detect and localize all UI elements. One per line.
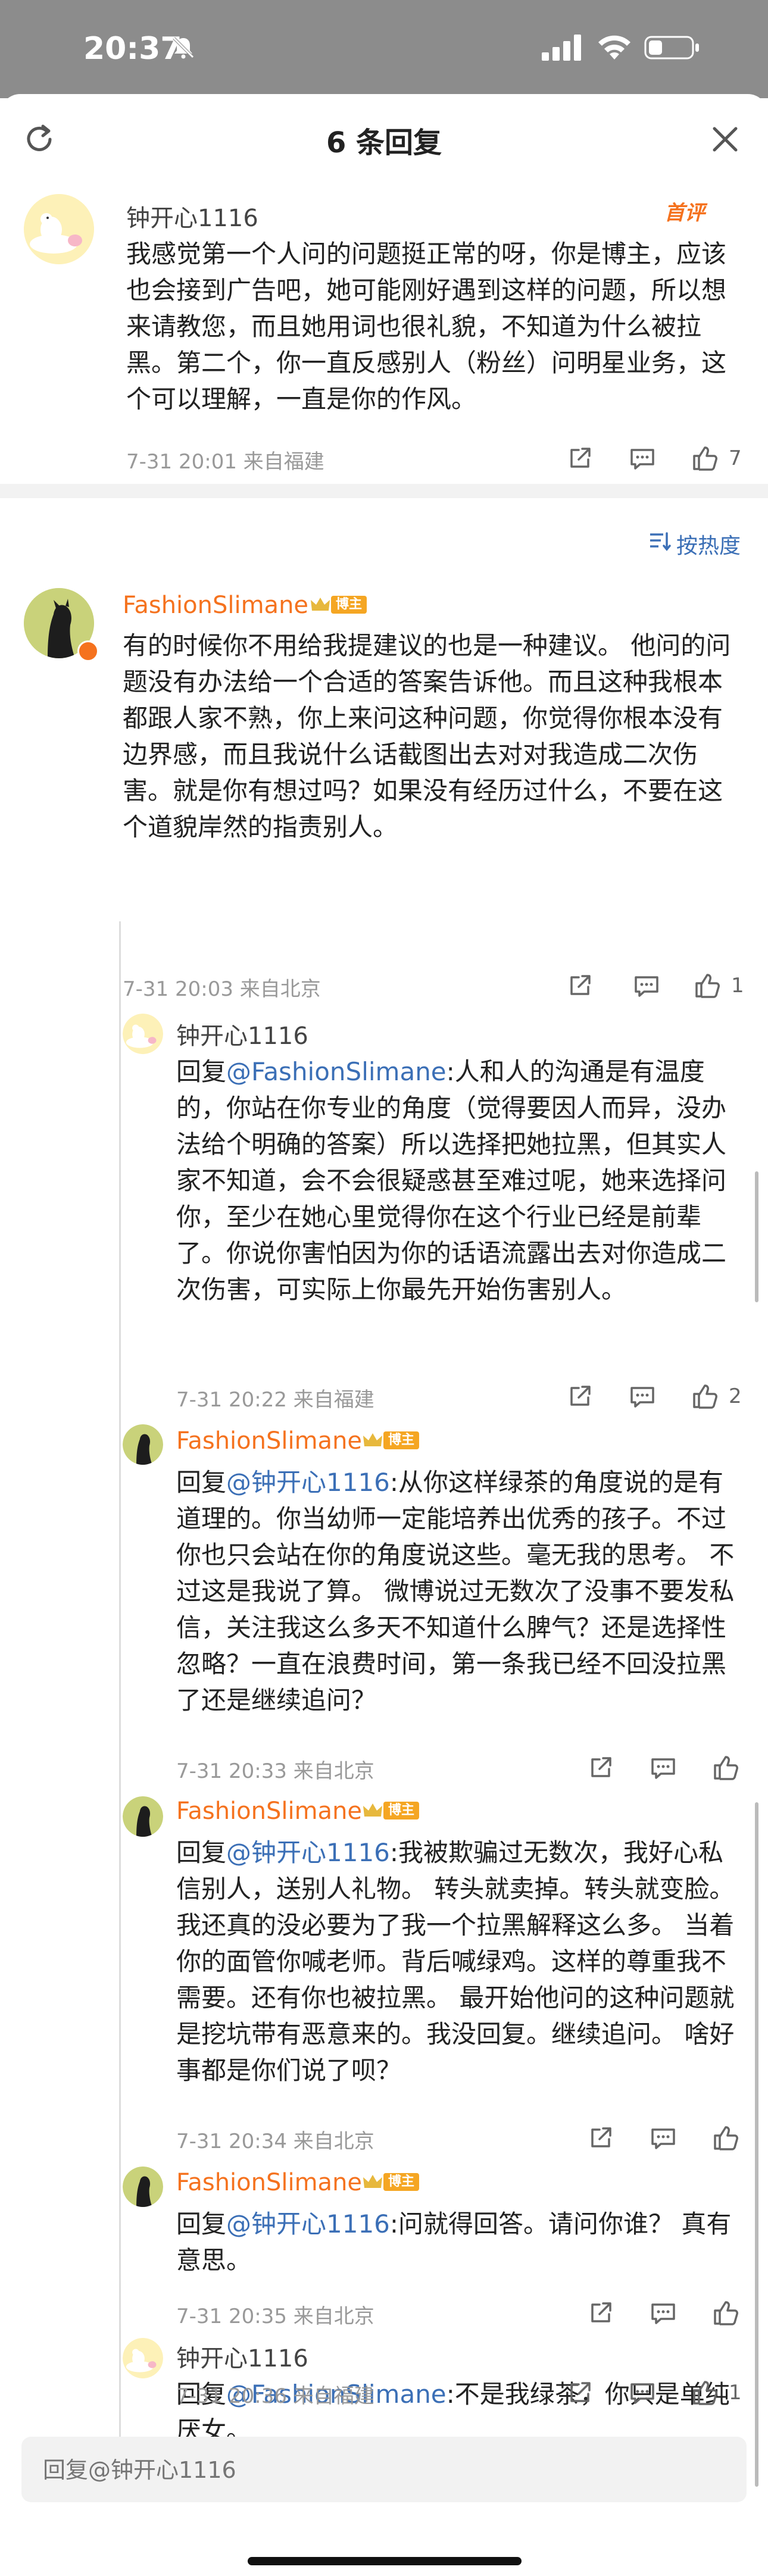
blogger-tag: 博主 [331, 596, 367, 614]
thread-line [119, 921, 121, 2493]
status-bar: 20:37 [0, 0, 768, 98]
crown-icon [363, 2175, 382, 2188]
cellular-signal-icon [542, 35, 581, 61]
crown-icon [363, 1803, 382, 1817]
reply-prefix: 回复 [176, 1057, 227, 1086]
comment-icon[interactable] [649, 2124, 678, 2152]
blogger-tag: 博主 [383, 1431, 420, 1449]
comment-meta: 7-31 20:03 来自北京 [123, 977, 321, 1001]
like-count: 7 [729, 446, 742, 470]
avatar[interactable] [123, 1424, 163, 1465]
reply-text: 回复@钟开心1116:我被欺骗过无数次，我好心私信别人，送别人礼物。 转头就卖掉… [176, 1834, 739, 2089]
sheet-header: 6 条回复 [0, 94, 768, 183]
avatar[interactable] [123, 1796, 163, 1837]
sort-label: 按热度 [676, 534, 741, 558]
avatar[interactable] [123, 1014, 163, 1054]
share-icon[interactable] [566, 2378, 594, 2407]
like-icon[interactable] [691, 444, 719, 473]
blogger-badge: 博主 [362, 1430, 427, 1451]
home-indicator[interactable] [248, 2557, 522, 2565]
verified-icon [77, 640, 99, 662]
sort-icon [650, 532, 671, 551]
scrollbar[interactable] [755, 1171, 758, 1302]
status-time: 20:37 [83, 31, 182, 67]
reply-author[interactable]: 钟开心1116 [176, 2339, 308, 2374]
like-icon[interactable] [711, 1753, 740, 1782]
like-icon[interactable] [693, 971, 722, 1000]
comment-author[interactable]: FashionSlimane [123, 592, 308, 619]
comment-text: 有的时候你不用给我提建议的也是一种建议。 他问的问题没有办法给一个合适的答案告诉… [123, 631, 731, 842]
first-comment-badge: 首评 [664, 201, 705, 225]
blogger-tag: 博主 [383, 2173, 420, 2191]
share-icon[interactable] [566, 444, 594, 473]
share-icon[interactable] [586, 2299, 615, 2327]
reply-text: 回复@FashionSlimane:人和人的沟通是有温度的，你站在你专业的角度（… [176, 1053, 739, 1308]
reply-meta: 7-31 20:22 来自福建 [176, 1388, 374, 1412]
avatar[interactable] [123, 2338, 163, 2378]
reply-meta: 7-31 20:35 来自北京 [176, 2305, 374, 2328]
like-icon[interactable] [691, 2378, 719, 2407]
reply-author[interactable]: 钟开心1116 [176, 1017, 308, 1051]
share-icon[interactable] [586, 1753, 615, 1782]
comment-icon[interactable] [628, 2378, 657, 2407]
reply-input[interactable] [42, 2437, 729, 2503]
page-title: 6 条回复 [326, 126, 442, 160]
comment-meta: 7-31 20:01 来自福建 [126, 450, 324, 474]
like-icon[interactable] [711, 2124, 740, 2152]
blogger-badge: 博主 [362, 2171, 427, 2193]
reply-author[interactable]: FashionSlimane [176, 1797, 362, 1825]
reply-body: :人和人的沟通是有温度的，你站在你专业的角度（觉得要因人而异，没办法给个明确的答… [176, 1057, 727, 1304]
like-icon[interactable] [711, 2299, 740, 2327]
mention-link[interactable]: @钟开心1116 [226, 1838, 390, 1867]
reply-input-bar [21, 2437, 747, 2503]
comment-text: 我感觉第一个人问的问题挺正常的呀，你是博主，应该也会接到广告吧，她可能刚好遇到这… [126, 239, 727, 414]
blogger-badge: 博主 [362, 1800, 427, 1821]
comment-icon[interactable] [628, 444, 657, 473]
comment-icon[interactable] [628, 1382, 657, 1411]
share-icon[interactable] [566, 971, 594, 1000]
mention-link[interactable]: @钟开心1116 [226, 1468, 390, 1497]
crown-icon [311, 598, 330, 611]
comment-icon[interactable] [649, 1753, 678, 1782]
bell-muted-icon [173, 37, 194, 59]
like-count: 1 [729, 2381, 742, 2405]
crown-icon [363, 1433, 382, 1446]
reply-author[interactable]: FashionSlimane [176, 1427, 362, 1455]
share-icon[interactable] [566, 1382, 594, 1411]
like-count: 2 [729, 1384, 742, 1408]
reply-prefix: 回复 [176, 1468, 227, 1497]
reply-author[interactable]: FashionSlimane [176, 2169, 362, 2196]
scrollbar[interactable] [755, 1802, 758, 2487]
battery-icon [644, 36, 699, 60]
blogger-tag: 博主 [383, 1802, 420, 1820]
reply-text: 回复@钟开心1116:问就得回答。请问你谁？ 真有意思。 [176, 2206, 739, 2278]
sort-button[interactable]: 按热度 [648, 529, 749, 558]
mention-link[interactable]: @钟开心1116 [226, 2209, 390, 2239]
reply-meta: 7-31 20:34 来自北京 [176, 2130, 374, 2153]
like-icon[interactable] [691, 1382, 719, 1411]
reply-meta: 7-31 20:33 来自北京 [176, 1759, 374, 1783]
mention-link[interactable]: @FashionSlimane [226, 1057, 447, 1086]
reply-meta: 7-31 20:36 来自福建 [176, 2384, 374, 2408]
reply-body: :我被欺骗过无数次，我好心私信别人，送别人礼物。 转头就卖掉。转头就变脸。 我还… [176, 1838, 735, 2085]
close-icon[interactable] [707, 121, 743, 157]
blogger-badge: 博主 [310, 594, 375, 615]
replies-sheet: 6 条回复 钟开心1116 首评 我感觉第一个人问的问题挺正常的呀，你是博主，应… [0, 94, 768, 2576]
divider [0, 484, 768, 498]
reply-text: 回复@钟开心1116:从你这样绿茶的角度说的是有道理的。你当幼师一定能培养出优秀… [176, 1464, 739, 1718]
share-icon[interactable] [586, 2124, 615, 2152]
reply-prefix: 回复 [176, 2209, 227, 2239]
comment-icon[interactable] [632, 971, 661, 1000]
comment-icon[interactable] [649, 2299, 678, 2327]
avatar[interactable] [24, 194, 94, 264]
avatar[interactable] [123, 2167, 163, 2207]
like-count: 1 [731, 974, 744, 998]
reply-prefix: 回复 [176, 1838, 227, 1867]
reply-body: :从你这样绿茶的角度说的是有道理的。你当幼师一定能培养出优秀的孩子。不过你也只会… [176, 1468, 735, 1715]
wifi-icon [598, 35, 630, 60]
comment-author[interactable]: 钟开心1116 [126, 199, 258, 233]
